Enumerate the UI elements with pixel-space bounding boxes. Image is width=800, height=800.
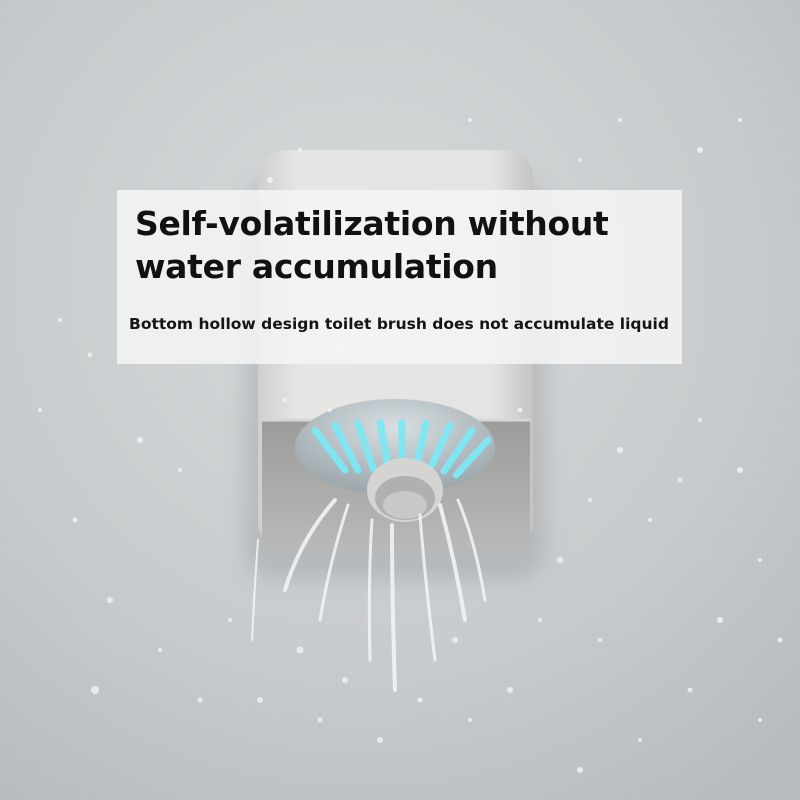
caption-headline: Self-volatilization without water accumu…	[135, 204, 609, 286]
product-photo	[0, 0, 800, 800]
caption-panel: Self-volatilization without water accumu…	[117, 190, 682, 364]
caption-subline: Bottom hollow design toilet brush does n…	[129, 315, 669, 333]
